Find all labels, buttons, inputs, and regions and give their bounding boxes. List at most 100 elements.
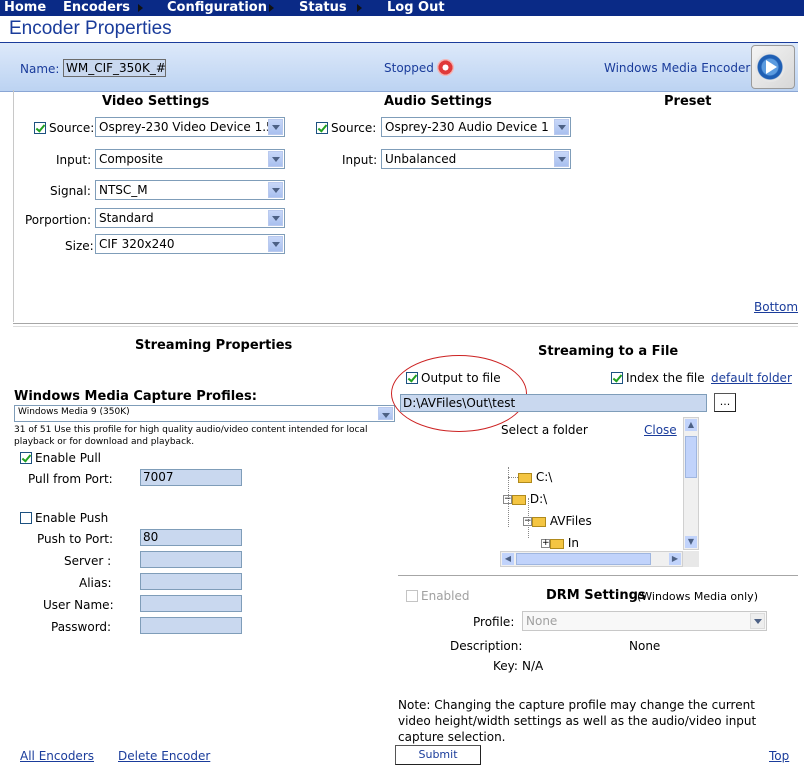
nav-configuration-arrow-icon — [269, 4, 274, 12]
video-source-checkbox[interactable] — [34, 122, 46, 134]
chevron-down-icon — [268, 151, 283, 167]
nav-configuration[interactable]: Configuration — [167, 0, 267, 16]
streaming-to-file-title: Streaming to a File — [538, 344, 679, 359]
audio-input-value: Unbalanced — [385, 152, 457, 166]
tree-vertical-scrollbar[interactable]: ▲ ▼ — [683, 417, 699, 550]
password-field[interactable] — [140, 617, 242, 634]
scroll-left-icon[interactable]: ◀ — [502, 553, 514, 565]
scroll-thumb-horizontal[interactable] — [516, 553, 651, 565]
enable-push-checkbox[interactable] — [20, 512, 32, 524]
capture-profiles-title: Windows Media Capture Profiles: — [14, 389, 257, 404]
submit-button[interactable]: Submit — [395, 745, 481, 765]
capture-profile-select[interactable]: Windows Media 9 (350K) — [14, 405, 395, 422]
video-source-label: Source: — [49, 121, 95, 135]
tree-node-avfiles[interactable]: − AVFiles — [523, 514, 592, 528]
video-input-value: Composite — [99, 152, 164, 166]
output-to-file-label: Output to file — [421, 371, 501, 385]
streaming-properties-title: Streaming Properties — [135, 338, 293, 353]
enable-pull-checkbox[interactable] — [20, 452, 32, 464]
enable-push-label: Enable Push — [35, 511, 109, 525]
capture-profile-value: Windows Media 9 (350K) — [18, 407, 130, 417]
output-to-file-checkbox[interactable] — [406, 372, 418, 384]
output-path-field[interactable]: D:\AVFiles\Out\test — [400, 394, 707, 412]
bottom-link[interactable]: Bottom — [754, 300, 798, 314]
enable-pull-label: Enable Pull — [35, 451, 101, 465]
nav-encoders[interactable]: Encoders — [63, 0, 130, 16]
browse-button[interactable]: ... — [714, 393, 736, 412]
chevron-down-icon — [378, 407, 393, 420]
tree-node-in[interactable]: + In — [541, 536, 579, 550]
chevron-down-icon — [750, 613, 765, 629]
tree-node-in-label: In — [567, 536, 579, 550]
video-source-select[interactable]: Osprey-230 Video Device 1.5 — [95, 117, 285, 137]
proportion-value: Standard — [99, 211, 154, 225]
drm-enabled-checkbox[interactable] — [406, 590, 418, 602]
drm-divider — [398, 575, 798, 576]
top-link[interactable]: Top — [769, 749, 789, 763]
alias-label: Alias: — [79, 576, 112, 590]
nav-status[interactable]: Status — [299, 0, 347, 16]
audio-source-select[interactable]: Osprey-230 Audio Device 1 — [381, 117, 571, 137]
tree-node-d[interactable]: − D:\ — [503, 492, 547, 506]
chevron-down-icon — [268, 119, 283, 135]
username-field[interactable] — [140, 595, 242, 612]
page-title: Encoder Properties — [9, 18, 172, 39]
size-select[interactable]: CIF 320x240 — [95, 234, 285, 254]
folder-tree: C:\ − D:\ − AVFiles + In — [500, 437, 683, 551]
drm-key-label: Key: — [493, 659, 518, 673]
chevron-down-icon — [554, 151, 569, 167]
scrollbar-corner — [683, 551, 699, 567]
nav-home[interactable]: Home — [4, 0, 46, 16]
audio-input-select[interactable]: Unbalanced — [381, 149, 571, 169]
collapse-icon[interactable]: − — [503, 495, 512, 504]
chevron-down-icon — [268, 210, 283, 226]
tree-node-d-label: D:\ — [529, 492, 548, 506]
nav-encoders-arrow-icon — [138, 4, 143, 12]
scroll-right-icon[interactable]: ▶ — [669, 553, 681, 565]
folder-icon — [532, 516, 546, 527]
collapse-icon[interactable]: − — [523, 517, 532, 526]
delete-encoder-link[interactable]: Delete Encoder — [118, 749, 210, 763]
push-port-field[interactable]: 80 — [140, 529, 242, 546]
alias-field[interactable] — [140, 573, 242, 590]
preset-title: Preset — [664, 94, 712, 109]
drm-description-label: Description: — [450, 639, 523, 653]
tree-horizontal-scrollbar[interactable]: ◀ ▶ — [500, 551, 683, 567]
drm-profile-select[interactable]: None — [522, 611, 767, 631]
audio-source-label: Source: — [331, 121, 377, 135]
status-text: Stopped — [384, 61, 434, 75]
pull-port-label: Pull from Port: — [28, 472, 113, 486]
proportion-select[interactable]: Standard — [95, 208, 285, 228]
section-divider — [13, 323, 798, 324]
video-input-select[interactable]: Composite — [95, 149, 285, 169]
drm-profile-label: Profile: — [473, 615, 515, 629]
size-label: Size: — [65, 239, 94, 253]
pull-port-field[interactable]: 7007 — [140, 469, 242, 486]
audio-source-checkbox[interactable] — [316, 122, 328, 134]
index-file-checkbox[interactable] — [611, 372, 623, 384]
tree-node-avfiles-label: AVFiles — [549, 514, 592, 528]
scroll-down-icon[interactable]: ▼ — [685, 536, 697, 548]
drm-settings-title: DRM Settings — [546, 588, 646, 603]
signal-select[interactable]: NTSC_M — [95, 180, 285, 200]
encoder-name-field[interactable]: WM_CIF_350K_#: — [63, 59, 166, 77]
select-folder-label: Select a folder — [501, 423, 588, 437]
expand-icon[interactable]: + — [541, 539, 550, 548]
close-link[interactable]: Close — [644, 423, 677, 437]
size-value: CIF 320x240 — [99, 237, 175, 251]
panel-left-border — [13, 90, 14, 322]
scroll-thumb[interactable] — [685, 436, 697, 478]
capture-profile-note: Note: Changing the capture profile may c… — [398, 698, 757, 744]
scroll-up-icon[interactable]: ▲ — [685, 419, 697, 431]
drm-profile-value: None — [526, 614, 558, 628]
default-folder-link[interactable]: default folder — [711, 371, 792, 385]
video-input-label: Input: — [56, 153, 92, 167]
nav-logout[interactable]: Log Out — [387, 0, 445, 16]
server-field[interactable] — [140, 551, 242, 568]
capture-profile-description: 31 of 51 Use this profile for high quali… — [14, 425, 368, 447]
folder-icon — [512, 494, 526, 505]
all-encoders-link[interactable]: All Encoders — [20, 749, 94, 763]
section-divider-shadow — [13, 326, 798, 327]
tree-node-c[interactable]: C:\ — [508, 470, 552, 484]
chevron-down-icon — [268, 182, 283, 198]
